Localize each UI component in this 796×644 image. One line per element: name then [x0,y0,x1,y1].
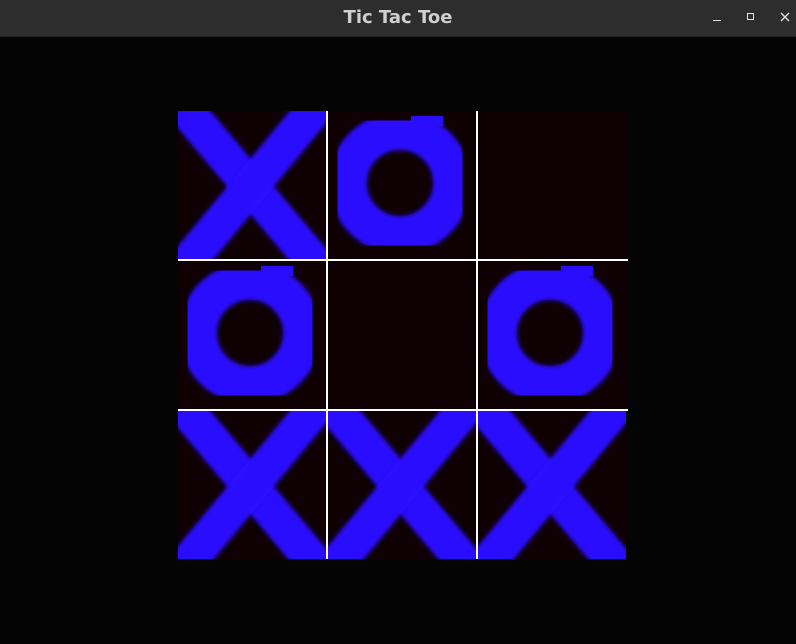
grid-line-horizontal [178,409,628,411]
board-cell-r2-c3[interactable] [478,261,626,409]
close-icon [780,12,790,22]
x-mark-icon [178,411,326,559]
game-window: Tic Tac Toe [0,0,796,644]
board-cell-r3-c3[interactable] [478,411,626,559]
maximize-button[interactable] [740,6,762,28]
board-cell-r1-c2[interactable] [328,111,476,259]
board-cell-r3-c2[interactable] [328,411,476,559]
o-mark-icon [179,261,321,404]
window-title: Tic Tac Toe [343,7,453,28]
x-mark-icon [478,411,626,559]
board-cell-r1-c3[interactable] [478,111,626,259]
board-cell-r3-c1[interactable] [178,411,326,559]
o-mark-icon [329,111,471,254]
title-bar[interactable]: Tic Tac Toe [0,0,796,37]
close-button[interactable] [774,6,796,28]
board-cell-r2-c1[interactable] [178,261,326,409]
o-mark-icon [479,261,621,404]
x-mark-icon [178,111,326,259]
board-cell-r2-c2[interactable] [328,261,476,409]
game-canvas [0,37,796,644]
minimize-button[interactable] [706,6,728,28]
grid-line-vertical [476,111,478,559]
board-cell-r1-c1[interactable] [178,111,326,259]
game-board [178,111,628,561]
maximize-icon [747,13,754,20]
grid-line-vertical [326,111,328,559]
minimize-icon [713,20,721,21]
x-mark-icon [328,411,476,559]
grid-line-horizontal [178,259,628,261]
